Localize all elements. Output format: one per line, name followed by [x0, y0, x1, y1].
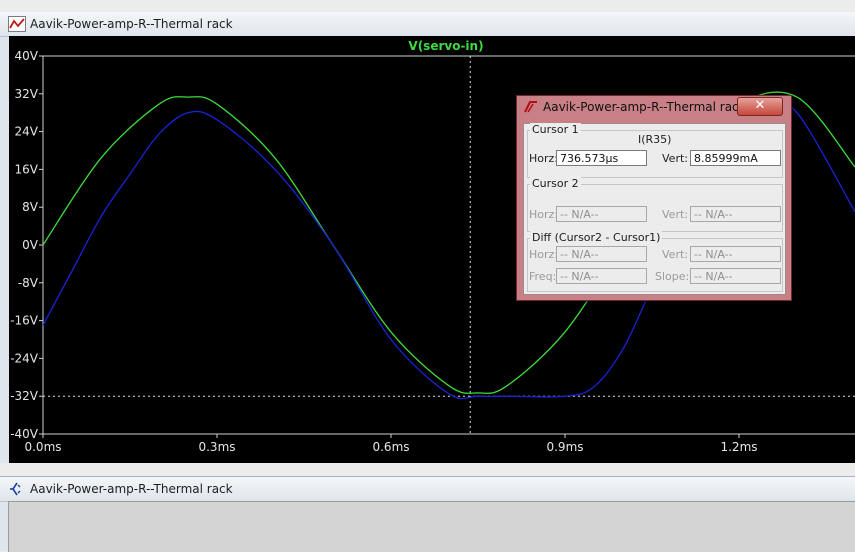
- schematic-window-titlebar[interactable]: Aavik-Power-amp-R--Thermal rack: [0, 477, 855, 502]
- close-button[interactable]: ✕: [737, 97, 783, 116]
- x-tick-label: 1.2ms: [720, 440, 757, 454]
- diff-vert-label: Vert:: [662, 248, 688, 261]
- y-tick-label: -32V: [10, 389, 39, 403]
- cursor2-vert-field: -- N/A--: [690, 206, 781, 222]
- schematic-canvas[interactable]: [8, 501, 855, 552]
- cursor1-horz-label: Horz:: [529, 152, 559, 165]
- cursor2-horz-field: -- N/A--: [556, 206, 647, 222]
- diff-freq-field: -- N/A--: [556, 268, 647, 284]
- diff-slope-label: Slope:: [655, 270, 690, 283]
- y-tick-label: -16V: [10, 314, 39, 328]
- cursor-dialog-title: Aavik-Power-amp-R--Thermal rack: [543, 100, 746, 114]
- waveform-window-titlebar[interactable]: Aavik-Power-amp-R--Thermal rack: [0, 12, 855, 37]
- x-tick-label: 0.0ms: [24, 440, 61, 454]
- x-tick-label: 0.6ms: [372, 440, 409, 454]
- y-tick-label: 0V: [22, 238, 39, 252]
- x-tick-label: 0.3ms: [198, 440, 235, 454]
- schematic-window[interactable]: Aavik-Power-amp-R--Thermal rack: [0, 476, 855, 552]
- y-tick-label: -8V: [18, 276, 39, 290]
- y-tick-label: 24V: [15, 125, 39, 139]
- cursor1-vert-field[interactable]: 8.85999mA: [690, 150, 781, 166]
- diff-freq-label: Freq:: [529, 270, 557, 283]
- cursor2-horz-label: Horz:: [529, 208, 559, 221]
- cursor2-label: Cursor 2: [530, 177, 581, 190]
- waveform-icon: [8, 16, 26, 32]
- cursor2-vert-label: Vert:: [662, 208, 688, 221]
- y-tick-label: 8V: [22, 200, 39, 214]
- ltspice-icon: [523, 100, 539, 114]
- trace-label: V(servo-in): [408, 39, 483, 53]
- y-tick-label: 16V: [15, 162, 39, 176]
- cursor1-vert-label: Vert:: [662, 152, 688, 165]
- waveform-window-title: Aavik-Power-amp-R--Thermal rack: [30, 17, 233, 31]
- y-tick-label: -40V: [10, 427, 39, 441]
- cursor1-label: Cursor 1: [530, 123, 581, 136]
- y-tick-label: 32V: [15, 87, 39, 101]
- diff-horz-field: -- N/A--: [556, 246, 647, 262]
- y-tick-label: -24V: [10, 351, 39, 365]
- x-tick-label: 0.9ms: [546, 440, 583, 454]
- diff-slope-field: -- N/A--: [690, 268, 781, 284]
- cursor-dialog[interactable]: Aavik-Power-amp-R--Thermal rack ✕ Cursor…: [516, 95, 792, 301]
- schematic-window-title: Aavik-Power-amp-R--Thermal rack: [30, 482, 233, 496]
- cursor-dialog-body: Cursor 1 I(R35) Horz: 736.573µs Vert: 8.…: [523, 123, 786, 295]
- schematic-icon: [8, 481, 26, 497]
- y-tick-label: 40V: [15, 49, 39, 63]
- diff-vert-field: -- N/A--: [690, 246, 781, 262]
- diff-horz-label: Horz:: [529, 248, 559, 261]
- diff-label: Diff (Cursor2 - Cursor1): [530, 231, 663, 244]
- cursor1-trace-name: I(R35): [638, 133, 672, 146]
- cursor1-horz-field[interactable]: 736.573µs: [556, 150, 647, 166]
